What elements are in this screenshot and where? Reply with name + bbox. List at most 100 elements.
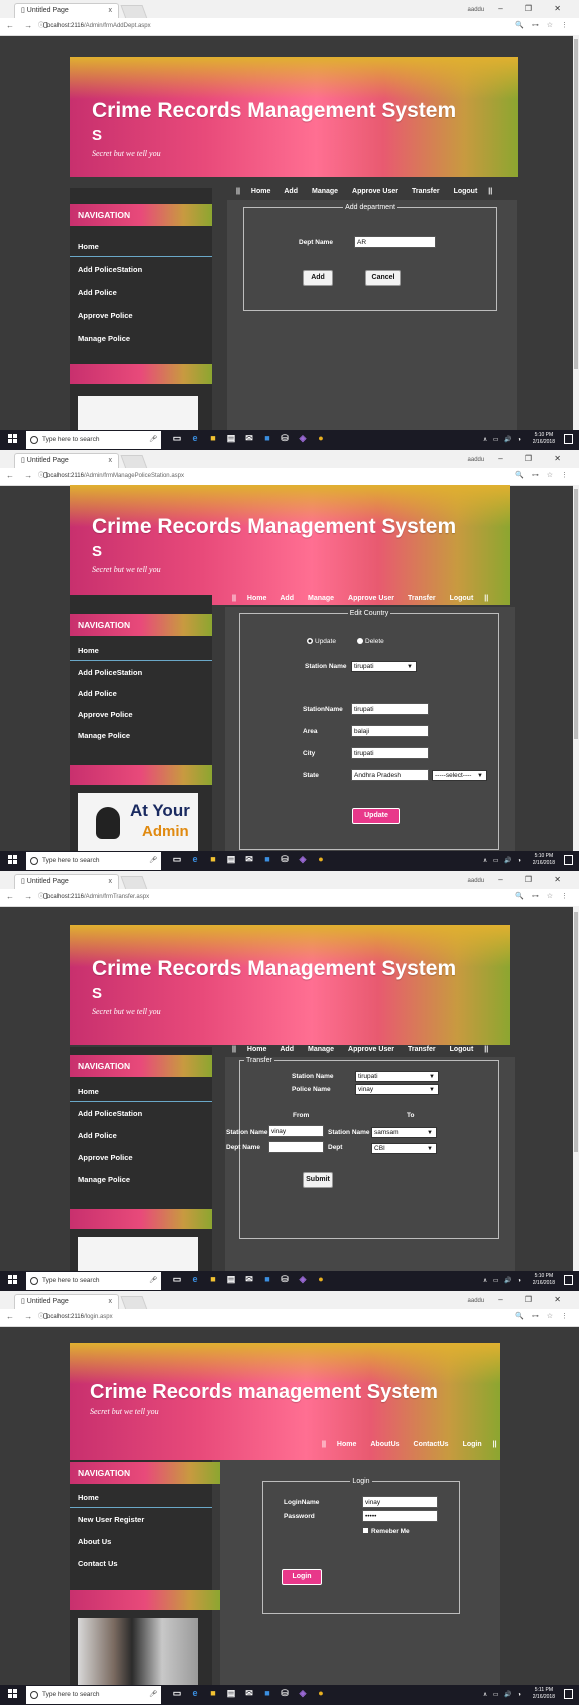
menu-add[interactable]: Add (280, 1046, 294, 1053)
url-field[interactable]: ⓘ localhost:2116/Admin/frmAddDept.aspx (38, 21, 503, 32)
add-button[interactable]: Add (303, 270, 333, 286)
tab-close-icon[interactable]: x (109, 4, 113, 18)
menu-logout[interactable]: Logout (450, 595, 474, 602)
taskbar-search[interactable]: Type here to search 🎤︎ (26, 431, 161, 449)
window-control-icons[interactable]: – ❐ ✕ (498, 4, 571, 13)
sidebar-item-add-policestation[interactable]: Add PoliceStation (70, 1104, 212, 1124)
city-input[interactable]: tirupati (351, 747, 429, 759)
notification-icon[interactable] (564, 1689, 573, 1699)
sidebar-item-approve-police[interactable]: Approve Police (70, 306, 212, 326)
system-tray-icons[interactable]: ∧ ▭ 🔊 ◑ (483, 432, 523, 448)
window-control-icons[interactable]: – ❐ ✕ (498, 875, 571, 884)
address-bar[interactable]: ← → C ⓘ localhost:2116/Admin/frmAddDept.… (0, 18, 579, 36)
dept-select[interactable]: CBI ▼ (371, 1143, 437, 1154)
menu-approve-user[interactable]: Approve User (348, 595, 394, 602)
url-field[interactable]: ⓘ localhost:2116/login.aspx (38, 1312, 503, 1323)
taskbar-search[interactable]: Type here to search 🎤︎ (26, 852, 161, 870)
new-tab-button[interactable] (120, 455, 148, 469)
address-actions-icon[interactable]: 🔍 ⊶ ☆ ⋮ (515, 471, 571, 479)
menu-approve-user[interactable]: Approve User (348, 1046, 394, 1053)
mic-icon[interactable]: 🎤︎ (149, 852, 157, 870)
notification-icon[interactable] (564, 434, 573, 444)
sidebar-item-approve-police[interactable]: Approve Police (70, 1148, 212, 1168)
sidebar-item-add-police[interactable]: Add Police (70, 283, 212, 303)
store-icon[interactable]: ▤ (226, 1274, 236, 1284)
mail-icon[interactable]: ✉ (244, 433, 254, 443)
explorer-icon[interactable]: ■ (208, 1274, 218, 1284)
task-view-icon[interactable]: ▭ (172, 1688, 182, 1698)
mic-icon[interactable]: 🎤︎ (149, 1272, 157, 1290)
sidebar-item-home[interactable]: Home (70, 1082, 212, 1102)
sidebar-item-add-police[interactable]: Add Police (70, 1126, 212, 1146)
explorer-icon[interactable]: ■ (208, 433, 218, 443)
login-name-input[interactable]: vinay (362, 1496, 438, 1508)
address-bar[interactable]: ← → C ⓘ localhost:2116/Admin/frmTransfer… (0, 889, 579, 907)
scrollbar[interactable] (573, 485, 579, 851)
area-input[interactable]: balaji (351, 725, 429, 737)
update-button[interactable]: Update (352, 808, 400, 824)
notification-icon[interactable] (564, 855, 573, 865)
from-station-name-input[interactable]: vinay (268, 1125, 324, 1137)
explorer-icon[interactable]: ■ (208, 1688, 218, 1698)
address-actions-icon[interactable]: 🔍 ⊶ ☆ ⋮ (515, 21, 571, 29)
window-control-icons[interactable]: – ❐ ✕ (498, 1295, 571, 1304)
menu-contactus[interactable]: ContactUs (414, 1441, 449, 1448)
windows-start-icon[interactable] (8, 1689, 18, 1699)
delete-radio[interactable]: Delete (357, 638, 384, 645)
url-field[interactable]: ⓘ localhost:2116/Admin/frmTransfer.aspx (38, 892, 503, 903)
edge-icon[interactable]: e (190, 1688, 200, 1698)
app-icon[interactable]: ■ (262, 1688, 272, 1698)
stationname-input[interactable]: tirupati (351, 703, 429, 715)
sidebar-item-add-policestation[interactable]: Add PoliceStation (70, 663, 212, 683)
login-button[interactable]: Login (282, 1569, 322, 1585)
window-controls[interactable]: aaddu – ❐ ✕ (468, 4, 571, 13)
system-tray-icons[interactable]: ∧ ▭ 🔊 ◑ (483, 1687, 523, 1703)
browser-tab[interactable]: ▯ Untitled Page x (14, 1294, 119, 1309)
sidebar-item-contact-us[interactable]: Contact Us (70, 1554, 212, 1574)
mic-icon[interactable]: 🎤︎ (149, 1686, 157, 1704)
app-icon[interactable]: ■ (262, 1274, 272, 1284)
taskbar-search[interactable]: Type here to search 🎤︎ (26, 1272, 161, 1290)
edge-icon[interactable]: e (190, 433, 200, 443)
app-icon[interactable]: ■ (262, 433, 272, 443)
mail-icon[interactable]: ✉ (244, 1274, 254, 1284)
sidebar-item-home[interactable]: Home (70, 1488, 212, 1508)
tab-close-icon[interactable]: x (109, 1295, 113, 1309)
menu-transfer[interactable]: Transfer (412, 188, 440, 195)
store-icon[interactable]: ▤ (226, 1688, 236, 1698)
taskbar-search[interactable]: Type here to search 🎤︎ (26, 1686, 161, 1704)
edge-icon[interactable]: e (190, 1274, 200, 1284)
menu-add[interactable]: Add (280, 595, 294, 602)
store-icon[interactable]: ▤ (226, 433, 236, 443)
update-radio[interactable]: Update (307, 638, 336, 645)
store-icon[interactable]: ▤ (226, 854, 236, 864)
taskbar-clock[interactable]: 5:10 PM 2/16/2018 (533, 1273, 555, 1287)
password-input[interactable]: ••••• (362, 1510, 438, 1522)
system-tray-icons[interactable]: ∧ ▭ 🔊 ◑ (483, 1273, 523, 1289)
menu-manage[interactable]: Manage (312, 188, 338, 195)
menu-home[interactable]: Home (247, 595, 266, 602)
scrollbar[interactable] (573, 906, 579, 1271)
new-tab-button[interactable] (120, 5, 148, 19)
window-controls[interactable]: aaddu – ❐ ✕ (468, 1295, 571, 1304)
taskbar-clock[interactable]: 5:11 PM 2/16/2018 (533, 1687, 555, 1701)
explorer-icon[interactable]: ■ (208, 854, 218, 864)
visual-studio-icon[interactable]: ◈ (298, 1688, 308, 1698)
windows-start-icon[interactable] (8, 1275, 18, 1285)
menu-manage[interactable]: Manage (308, 595, 334, 602)
visual-studio-icon[interactable]: ◈ (298, 1274, 308, 1284)
menu-home[interactable]: Home (251, 188, 270, 195)
state-select[interactable]: -----select---- ▼ (432, 770, 487, 781)
new-tab-button[interactable] (120, 1296, 148, 1310)
mail-icon[interactable]: ✉ (244, 854, 254, 864)
sidebar-item-home[interactable]: Home (70, 641, 212, 661)
url-field[interactable]: ⓘ localhost:2116/Admin/frmManagePoliceSt… (38, 471, 503, 482)
sidebar-item-home[interactable]: Home (70, 237, 212, 257)
menu-transfer[interactable]: Transfer (408, 595, 436, 602)
task-view-icon[interactable]: ▭ (172, 1274, 182, 1284)
browser-tab[interactable]: ▯ Untitled Page x (14, 3, 119, 18)
chrome-icon[interactable]: ● (316, 1274, 326, 1284)
edge-icon[interactable]: e (190, 854, 200, 864)
sql-icon[interactable]: ⛁ (280, 1688, 290, 1698)
sql-icon[interactable]: ⛁ (280, 433, 290, 443)
